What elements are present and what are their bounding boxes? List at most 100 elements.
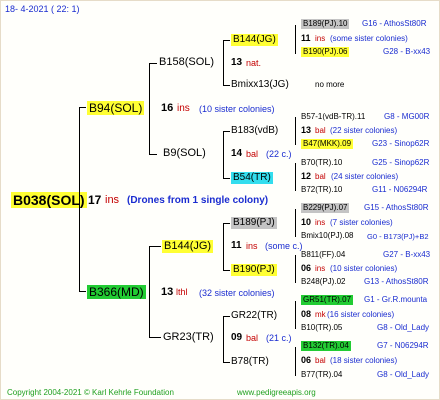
gen1-lower-num: 13 xyxy=(161,286,174,298)
gen4-3-num: 10 xyxy=(301,217,312,227)
gen2-c-note: (some c.) xyxy=(265,241,303,251)
gen4-3-bottom[interactable]: Bmix10(PJ).08 xyxy=(301,232,353,240)
gen4-6-note: (18 sister colonies) xyxy=(330,356,398,365)
gen4-1-num: 13 xyxy=(301,125,312,135)
gen4-6-bottom[interactable]: B77(TR).04 xyxy=(301,371,342,379)
gen1-lower-suffix: lthl xyxy=(176,287,188,297)
gen2-b-note: (22 c.) xyxy=(266,149,292,159)
connector-line xyxy=(295,209,296,237)
gen4-4-note: (10 sister colonies) xyxy=(330,264,398,273)
gen4-1-topref: G8 - MG00R xyxy=(384,112,430,121)
gen2-b-suffix: bal xyxy=(246,149,259,159)
gen4-2-top[interactable]: B70(TR).10 xyxy=(301,159,342,167)
gen4-3-bottomref: G0 - B173(PJ)+B2 xyxy=(367,232,429,241)
gen3-b2-queen[interactable]: B54(TR) xyxy=(231,172,273,184)
root-note: (Drones from 1 single colony) xyxy=(127,195,269,206)
connector-line xyxy=(295,301,296,329)
gen3-a1-queen[interactable]: B144(JG) xyxy=(231,34,278,46)
gen2-d-suffix: bal xyxy=(246,333,259,343)
gen4-2-note: (24 sister colonies) xyxy=(331,172,399,181)
connector-line xyxy=(223,131,230,132)
connector-line xyxy=(295,163,296,191)
gen3-d2-queen[interactable]: B78(TR) xyxy=(231,357,269,367)
gen4-1-suffix: bal xyxy=(315,126,326,135)
gen4-3-top[interactable]: B229(PJ).07 xyxy=(301,203,350,213)
gen4-4-num: 06 xyxy=(301,263,312,273)
connector-line xyxy=(223,40,230,41)
gen3-d1-queen[interactable]: GR22(TR) xyxy=(231,311,277,321)
gen4-1-bottomref: G23 - Sinop62R xyxy=(372,139,430,148)
pedigree-diagram: 18- 4-2021 ( 22: 1) Copyright 2004-2021 … xyxy=(0,0,440,400)
gen2-c-queen[interactable]: B144(JG) xyxy=(162,240,214,253)
gen2-b-num: 14 xyxy=(231,148,243,159)
gen4-4-bottom[interactable]: B248(PJ).02 xyxy=(301,278,345,286)
gen4-3-suffix: ins xyxy=(315,218,326,227)
connector-line xyxy=(223,223,230,224)
gen4-5-suffix: mk xyxy=(315,310,326,319)
gen3-b1-queen[interactable]: B183(vdB) xyxy=(231,126,278,136)
connector-line xyxy=(295,25,296,54)
gen4-6-top[interactable]: B132(TR).04 xyxy=(301,341,351,351)
gen3-c2-queen[interactable]: B190(PJ) xyxy=(231,264,277,276)
connector-line xyxy=(223,223,224,271)
gen4-5-top[interactable]: GR51(TR).07 xyxy=(301,295,354,305)
gen3-c1-queen[interactable]: B189(PJ) xyxy=(231,217,277,229)
connector-line xyxy=(223,316,224,363)
gen1-lower-queen[interactable]: B366(MD) xyxy=(87,285,146,299)
gen4-0-num: 11 xyxy=(301,33,311,43)
gen4-0-topref: G16 - AthosSt80R xyxy=(362,19,427,28)
site-link[interactable]: www.pedigreeapis.org xyxy=(237,389,316,397)
gen2-a-queen[interactable]: B158(SOL) xyxy=(159,57,214,68)
connector-line xyxy=(223,316,230,317)
connector-line xyxy=(149,337,161,338)
gen4-5-bottomref: G8 - Old_Lady xyxy=(377,323,430,332)
gen2-a-suffix: nat. xyxy=(246,58,262,68)
connector-line xyxy=(149,246,161,247)
gen1-lower-connector xyxy=(149,246,150,338)
gen1-lower-note: (32 sister colonies) xyxy=(199,288,275,298)
connector-line xyxy=(223,362,230,363)
gen2-d-note: (21 c.) xyxy=(266,333,292,343)
gen2-b-queen[interactable]: B9(SOL) xyxy=(163,148,206,159)
root-connector-top xyxy=(79,107,86,108)
gen4-0-note: (some sister colonies) xyxy=(330,34,408,43)
gen3-a2-queen[interactable]: Bmixx13(JG) xyxy=(231,80,289,90)
gen4-4-topref: G27 - B-xx43 xyxy=(383,250,431,259)
gen4-0-top[interactable]: B189(PJ).10 xyxy=(301,19,350,29)
root-queen[interactable]: B038(SOL) xyxy=(11,192,87,208)
gen4-6-bottomref: G8 - Old_Lady xyxy=(377,370,430,379)
connector-line xyxy=(223,270,230,271)
gen4-4-bottomref: G13 - AthosSt80R xyxy=(364,277,429,286)
root-connector xyxy=(79,107,80,292)
gen4-1-top[interactable]: B57-1(vdB-TR).11 xyxy=(301,113,365,121)
gen4-2-bottom[interactable]: B72(TR).10 xyxy=(301,186,342,194)
gen1-upper-note: (10 sister colonies) xyxy=(199,104,275,114)
copyright-text: Copyright 2004-2021 © Karl Kehrle Founda… xyxy=(7,388,174,397)
gen2-c-suffix: ins xyxy=(246,241,258,251)
gen4-4-top[interactable]: B811(FF).04 xyxy=(301,251,345,259)
connector-line xyxy=(223,85,230,86)
gen4-1-note: (22 sister colonies) xyxy=(330,126,398,135)
gen4-3-note: (7 sister colonies) xyxy=(330,218,393,227)
gen4-0-suffix: ins xyxy=(315,34,326,43)
gen2-d-num: 09 xyxy=(231,332,243,343)
gen4-3-topref: G15 - AthosSt80R xyxy=(364,203,429,212)
gen4-6-suffix: bal xyxy=(315,356,326,365)
root-suffix: ins xyxy=(105,194,120,206)
gen2-d-queen[interactable]: GR23(TR) xyxy=(163,332,214,343)
root-connector-bottom xyxy=(79,291,86,292)
root-num: 17 xyxy=(88,193,102,207)
gen4-6-num: 06 xyxy=(301,355,312,365)
connector-line xyxy=(149,63,157,64)
gen1-upper-queen[interactable]: B94(SOL) xyxy=(87,101,145,115)
gen4-2-bottomref: G11 - N06294R xyxy=(372,185,428,194)
gen4-0-bottom[interactable]: B190(PJ).06 xyxy=(301,47,350,57)
connector-line xyxy=(295,117,296,145)
gen4-1-bottom[interactable]: B47(MKK).09 xyxy=(301,139,354,149)
gen1-upper-num: 16 xyxy=(161,102,174,114)
connector-line xyxy=(149,154,157,155)
gen4-5-bottom[interactable]: B10(TR).05 xyxy=(301,324,342,332)
gen2-a-num: 13 xyxy=(231,57,243,68)
gen4-5-topref: G1 - Gr.R.mounta xyxy=(364,295,428,304)
gen4-0-bottomref: G28 - B-xx43 xyxy=(383,47,431,56)
